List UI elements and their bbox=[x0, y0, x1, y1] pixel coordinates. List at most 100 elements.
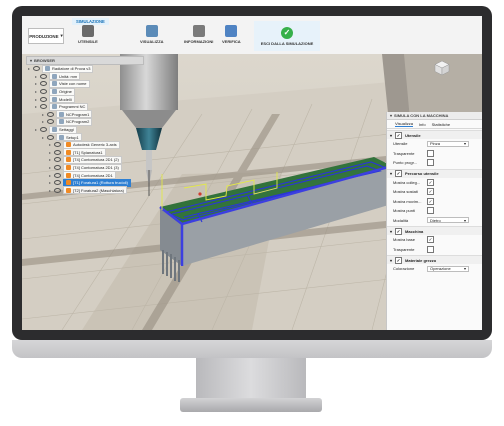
expand-arrow-icon[interactable]: ▸ bbox=[28, 66, 32, 71]
expand-arrow-icon[interactable]: ▸ bbox=[42, 135, 46, 140]
visibility-eye-icon[interactable] bbox=[47, 134, 54, 140]
visibility-eye-icon[interactable] bbox=[40, 127, 47, 133]
option-checkbox[interactable] bbox=[427, 207, 434, 215]
visibility-eye-icon[interactable] bbox=[40, 104, 47, 110]
expand-arrow-icon[interactable]: ▸ bbox=[49, 165, 53, 170]
section-checkbox[interactable]: ✓ bbox=[395, 170, 403, 177]
exit-simulation-button[interactable]: ✓ ESCI DALLA SIMULAZIONE bbox=[254, 21, 320, 51]
expand-arrow-icon[interactable]: ▸ bbox=[35, 104, 39, 109]
option-checkbox[interactable] bbox=[427, 149, 434, 157]
visibility-eye-icon[interactable] bbox=[54, 142, 61, 148]
panel-row-label: Mostra base bbox=[393, 237, 416, 243]
viewcube-icon[interactable] bbox=[434, 60, 450, 76]
visibility-eye-icon[interactable] bbox=[54, 180, 61, 186]
expand-arrow-icon[interactable]: ▸ bbox=[49, 150, 53, 155]
panel-section-header[interactable]: ▾ ✓ Utensile bbox=[387, 130, 482, 139]
visibility-eye-icon[interactable] bbox=[54, 187, 61, 193]
visibility-eye-icon[interactable] bbox=[40, 96, 47, 102]
visibility-eye-icon[interactable] bbox=[40, 89, 47, 95]
workspace-selector[interactable]: PRODUZIONE ▾ bbox=[28, 28, 64, 44]
option-checkbox[interactable]: ✓ bbox=[427, 236, 434, 244]
option-checkbox[interactable] bbox=[427, 159, 434, 167]
browser-item[interactable]: ▸ Radiatore di Prova v3 bbox=[26, 64, 144, 73]
panel-section-header[interactable]: ▾ ✓ Percorso utensile bbox=[387, 168, 482, 178]
node-type-icon bbox=[52, 127, 57, 133]
expand-arrow-icon[interactable]: ▸ bbox=[35, 74, 39, 79]
panel-section-header[interactable]: ▾ ✓ Macchina bbox=[387, 226, 482, 235]
browser-item[interactable]: ▸ Viste con nome bbox=[26, 79, 144, 88]
browser-item[interactable]: ▸ [T2] Foratura2 (Maschiatura) bbox=[26, 186, 144, 195]
panel-row: Mostra sostati ✓ bbox=[387, 187, 482, 197]
panel-header: ▾ SIMULA CON LA MACCHINA bbox=[387, 112, 482, 120]
panel-row-label: Mostra colleg... bbox=[393, 179, 421, 185]
expand-arrow-icon[interactable]: ▸ bbox=[49, 180, 53, 185]
option-dropdown[interactable]: Dietro ▾ bbox=[427, 217, 469, 224]
option-dropdown[interactable]: Operazione ▾ bbox=[427, 265, 469, 272]
visibility-eye-icon[interactable] bbox=[47, 111, 54, 117]
panel-section-title: Utensile bbox=[405, 132, 421, 138]
toolbar-button-label: VISUALIZZA bbox=[140, 39, 164, 44]
tab-simulazione[interactable]: SIMULAZIONE bbox=[72, 18, 109, 25]
browser-title: BROWSER bbox=[34, 58, 55, 63]
visualizza-icon bbox=[145, 25, 158, 37]
visibility-eye-icon[interactable] bbox=[47, 119, 54, 125]
panel-row-label: Trasparente bbox=[393, 150, 415, 156]
visibility-eye-icon[interactable] bbox=[33, 66, 40, 72]
exit-simulation-label: ESCI DALLA SIMULAZIONE bbox=[260, 40, 314, 46]
toolbar-button-verifica[interactable]: VERIFICA bbox=[222, 25, 241, 44]
visibility-eye-icon[interactable] bbox=[40, 81, 47, 87]
browser-header[interactable]: ▾ BROWSER bbox=[26, 56, 144, 65]
panel-row-label: Mostra punti bbox=[393, 208, 416, 214]
visibility-eye-icon[interactable] bbox=[54, 157, 61, 163]
option-checkbox[interactable] bbox=[427, 245, 434, 253]
visibility-eye-icon[interactable] bbox=[54, 149, 61, 155]
section-checkbox[interactable]: ✓ bbox=[395, 131, 403, 139]
node-type-icon bbox=[66, 142, 71, 148]
tab-statistiche[interactable]: Statistiche bbox=[432, 122, 450, 127]
chevron-down-icon: ▾ bbox=[390, 171, 393, 176]
browser-item[interactable]: ▸ Settaggi bbox=[26, 125, 144, 134]
visibility-eye-icon[interactable] bbox=[54, 172, 61, 178]
expand-arrow-icon[interactable]: ▸ bbox=[35, 81, 39, 86]
section-checkbox[interactable]: ✓ bbox=[395, 227, 403, 235]
visibility-eye-icon[interactable] bbox=[40, 73, 47, 79]
browser-item-label: NCProgram2 bbox=[66, 119, 90, 125]
expand-arrow-icon[interactable]: ▸ bbox=[42, 119, 46, 124]
expand-arrow-icon[interactable]: ▸ bbox=[49, 142, 53, 147]
monitor-stand-neck bbox=[196, 358, 306, 400]
expand-arrow-icon[interactable]: ▸ bbox=[42, 112, 46, 117]
panel-row: Mostra punti bbox=[387, 206, 482, 216]
panel-section-header[interactable]: ▾ ✓ Materiale grezzo bbox=[387, 255, 482, 264]
browser-item[interactable]: ▸ Origine bbox=[26, 87, 144, 96]
visibility-eye-icon[interactable] bbox=[54, 165, 61, 171]
panel-title: SIMULA CON LA MACCHINA bbox=[394, 113, 449, 118]
expand-arrow-icon[interactable]: ▸ bbox=[49, 173, 53, 178]
browser-node[interactable]: [T2] Foratura2 (Maschiatura) bbox=[63, 186, 127, 195]
expand-arrow-icon[interactable]: ▸ bbox=[35, 127, 39, 132]
tab-info[interactable]: Info bbox=[419, 122, 426, 127]
node-type-icon bbox=[59, 134, 64, 140]
toolbar-button-informazioni[interactable]: INFORMAZIONI bbox=[184, 25, 213, 44]
expand-arrow-icon[interactable]: ▸ bbox=[35, 89, 39, 94]
panel-row-label: Colorazione bbox=[393, 266, 415, 272]
chevron-down-icon: ▾ bbox=[60, 33, 63, 38]
tab-visualizza[interactable]: Visualizza bbox=[395, 121, 413, 127]
chevron-down-icon: ▾ bbox=[390, 257, 393, 263]
browser-item[interactable]: ▸ NCProgram2 bbox=[26, 117, 144, 126]
option-checkbox[interactable]: ✓ bbox=[427, 178, 434, 186]
node-type-icon bbox=[52, 81, 57, 87]
option-dropdown[interactable]: Pinza ▾ bbox=[427, 140, 469, 147]
option-checkbox[interactable]: ✓ bbox=[427, 188, 434, 196]
panel-row-label: Utensile bbox=[393, 141, 408, 147]
section-checkbox[interactable]: ✓ bbox=[395, 256, 403, 264]
chevron-down-icon: ▾ bbox=[390, 228, 393, 234]
chevron-down-icon: ▾ bbox=[390, 132, 393, 138]
toolbar-button-visualizza[interactable]: VISUALIZZA bbox=[140, 25, 164, 44]
expand-arrow-icon[interactable]: ▸ bbox=[49, 188, 53, 193]
expand-arrow-icon[interactable]: ▸ bbox=[35, 97, 39, 102]
option-checkbox[interactable]: ✓ bbox=[427, 197, 434, 205]
node-type-icon bbox=[52, 96, 57, 102]
expand-arrow-icon[interactable]: ▸ bbox=[49, 157, 53, 162]
toolbar-button-utensile[interactable]: UTENSILE bbox=[78, 25, 98, 44]
browser-tree: ▸ Radiatore di Prova v3 ▸ Unità: mm ▸ Viste c… bbox=[26, 64, 144, 195]
